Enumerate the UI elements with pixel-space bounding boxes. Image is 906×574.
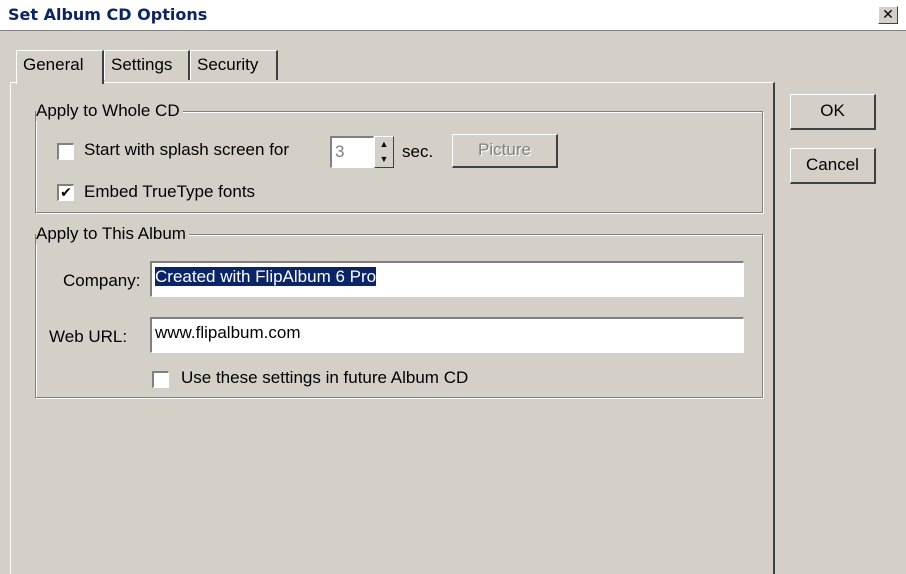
tab-panel-general: Apply to Whole CD Start with splash scre…: [10, 82, 775, 574]
cancel-button-label: Cancel: [806, 155, 859, 174]
group-this-album: Apply to This Album Company: Created wit…: [35, 224, 763, 398]
tab-security-label: Security: [197, 55, 259, 74]
spin-up-icon[interactable]: ▲: [375, 137, 393, 152]
cancel-button[interactable]: Cancel: [790, 148, 876, 184]
company-input[interactable]: Created with FlipAlbum 6 Pro: [150, 261, 744, 297]
group-this-album-label: Apply to This Album: [36, 224, 189, 244]
tab-general-label: General: [23, 55, 84, 74]
group-whole-cd-label: Apply to Whole CD: [36, 101, 183, 121]
picture-button[interactable]: Picture: [452, 134, 558, 168]
future-settings-label: Use these settings in future Album CD: [181, 368, 469, 387]
splash-seconds-value: 3: [335, 142, 345, 161]
window-title: Set Album CD Options: [8, 5, 208, 24]
tab-settings-label: Settings: [111, 55, 173, 74]
splash-checkbox[interactable]: [57, 143, 74, 160]
close-icon: ✕: [882, 6, 894, 22]
embed-fonts-checkbox[interactable]: ✔: [57, 184, 74, 201]
splash-label: Start with splash screen for: [84, 140, 290, 159]
future-settings-checkbox[interactable]: [152, 371, 169, 388]
company-label: Company:: [63, 271, 141, 290]
title-bar: Set Album CD Options ✕: [0, 0, 906, 31]
splash-seconds-spinner[interactable]: ▲ ▼: [374, 136, 394, 168]
company-value: Created with FlipAlbum 6 Pro: [155, 267, 377, 286]
weburl-input[interactable]: www.flipalbum.com: [150, 317, 744, 353]
tab-security[interactable]: Security: [190, 50, 278, 80]
picture-button-label: Picture: [478, 140, 531, 159]
ok-button-label: OK: [820, 101, 845, 120]
sec-label: sec.: [402, 142, 434, 161]
weburl-label: Web URL:: [49, 327, 128, 346]
close-button[interactable]: ✕: [878, 6, 898, 24]
tab-general[interactable]: General: [16, 50, 104, 84]
weburl-value: www.flipalbum.com: [155, 323, 301, 342]
tab-settings[interactable]: Settings: [104, 50, 190, 80]
embed-fonts-label: Embed TrueType fonts: [84, 182, 256, 201]
group-whole-cd: Apply to Whole CD Start with splash scre…: [35, 101, 763, 213]
check-icon: ✔: [60, 184, 72, 200]
splash-seconds-input[interactable]: 3: [330, 136, 374, 168]
spin-down-icon[interactable]: ▼: [375, 152, 393, 167]
ok-button[interactable]: OK: [790, 94, 876, 130]
